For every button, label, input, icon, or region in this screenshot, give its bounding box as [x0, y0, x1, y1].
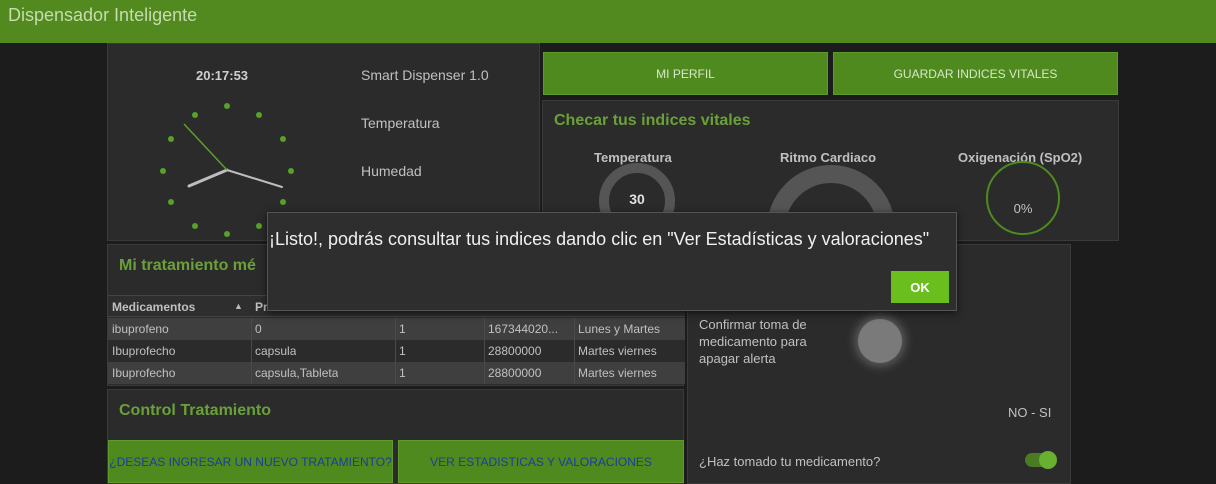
save-vitals-button[interactable]: GUARDAR INDICES VITALES: [833, 52, 1118, 95]
column-medicamentos[interactable]: Medicamentos: [112, 300, 195, 314]
alert-button[interactable]: [858, 319, 902, 363]
humidity-label: Humedad: [361, 163, 422, 179]
column-presentation[interactable]: Pr: [255, 300, 268, 314]
toggle-knob: [1039, 451, 1057, 469]
control-panel: Control Tratamiento ¿DESEAS INGRESAR UN …: [107, 389, 684, 484]
second-hand: [183, 123, 228, 171]
cell-presentation: capsula: [255, 344, 297, 358]
sort-ascending-icon: ▲: [234, 301, 243, 311]
oxygen-gauge: 0%: [986, 161, 1060, 235]
my-profile-button[interactable]: MI PERFIL: [543, 52, 828, 95]
temperature-value: 30: [629, 191, 645, 207]
treatment-title: Mi tratamiento mé: [119, 257, 256, 274]
view-stats-button[interactable]: VER ESTADISTICAS Y VALORACIONES: [398, 440, 684, 483]
cell-interval: 28800000: [488, 344, 542, 358]
table-row[interactable]: Ibuprofecho capsula,Tableta 1 28800000 M…: [108, 362, 685, 384]
app-header: Dispensador Inteligente: [0, 0, 1216, 43]
hour-hand: [187, 168, 229, 188]
new-treatment-button[interactable]: ¿DESEAS INGRESAR UN NUEVO TRATAMIENTO?: [108, 440, 393, 483]
cell-dose: 1: [399, 344, 406, 358]
taken-toggle[interactable]: [1025, 451, 1057, 469]
cell-days: Martes viernes: [578, 344, 657, 358]
device-name: Smart Dispenser 1.0: [361, 67, 489, 83]
table-row[interactable]: Ibuprofecho capsula 1 28800000 Martes vi…: [108, 340, 685, 362]
cell-interval: 167344020...: [488, 322, 559, 336]
cell-medicine: Ibuprofecho: [112, 344, 176, 358]
cell-days: Lunes y Martes: [578, 322, 661, 336]
control-title: Control Tratamiento: [119, 402, 272, 419]
cell-dose: 1: [399, 366, 406, 380]
cell-medicine: Ibuprofecho: [112, 366, 176, 380]
dialog-message: ¡Listo!, podrás consultar tus indices da…: [269, 229, 930, 249]
cell-medicine: ibuprofeno: [112, 322, 169, 336]
confirmation-dialog: ¡Listo!, podrás consultar tus indices da…: [267, 212, 957, 311]
app-title: Dispensador Inteligente: [8, 5, 198, 25]
oxygen-value: 0%: [1014, 201, 1033, 216]
taken-question: ¿Haz tomado tu medicamento?: [699, 454, 881, 469]
ok-button[interactable]: OK: [891, 271, 949, 303]
cell-presentation: 0: [255, 322, 262, 336]
clock-time: 20:17:53: [196, 68, 249, 83]
vitals-title: Checar tus indices vitales: [554, 112, 751, 129]
cell-days: Martes viernes: [578, 366, 657, 380]
no-si-label: NO - SI: [1008, 405, 1052, 420]
temperature-label: Temperatura: [361, 115, 440, 131]
minute-hand: [226, 169, 283, 188]
cell-interval: 28800000: [488, 366, 542, 380]
table-row[interactable]: ibuprofeno 0 1 167344020... Lunes y Mart…: [108, 318, 685, 340]
confirm-text: Confirmar toma de medicamento para apaga…: [699, 317, 807, 366]
cell-presentation: capsula,Tableta: [255, 366, 339, 380]
cell-dose: 1: [399, 322, 406, 336]
